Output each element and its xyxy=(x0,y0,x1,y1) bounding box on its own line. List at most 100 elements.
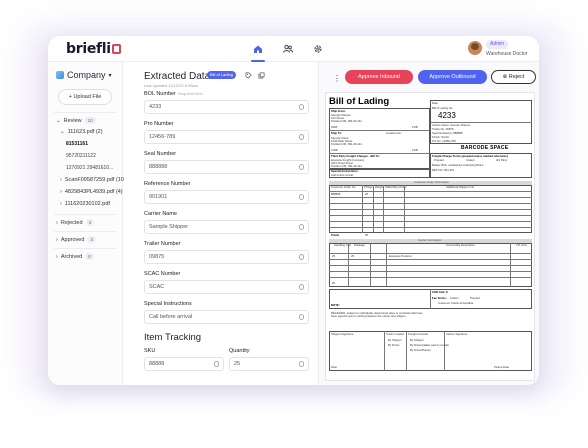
home-icon[interactable] xyxy=(252,43,264,55)
file-group[interactable]: › 111620230102.pdf xyxy=(60,201,110,207)
copy-icon[interactable] xyxy=(258,72,265,79)
file-item-selected[interactable]: 81531161 xyxy=(66,141,88,147)
rule xyxy=(406,331,407,371)
bol-number-field[interactable]: 4233 xyxy=(144,100,309,114)
rule xyxy=(329,191,532,192)
rule xyxy=(329,209,532,210)
divider xyxy=(54,248,116,249)
company-selector[interactable]: Company ▾ xyxy=(56,70,112,80)
company-name: Company xyxy=(67,70,106,80)
clip-icon xyxy=(299,284,304,290)
quantity-field[interactable]: 25 xyxy=(229,357,309,371)
location-label: Location No: xyxy=(386,131,402,135)
rule xyxy=(384,331,385,371)
reject-button[interactable]: ⊗ Reject xyxy=(491,70,536,84)
folder-label: Archived xyxy=(60,253,83,260)
counted-option: By Driver/pallets said to contain xyxy=(410,343,450,347)
users-icon[interactable] xyxy=(282,43,294,55)
rule xyxy=(329,215,532,216)
file-group[interactable]: › 4829843PL4939.pdf (4) xyxy=(60,189,123,195)
clip-icon xyxy=(299,224,304,230)
field-label-scac: SCAC Number xyxy=(144,271,181,277)
barcode-space: BARCODE SPACE xyxy=(461,145,509,151)
folder-rejected[interactable]: › Rejected 4 xyxy=(56,219,95,226)
approve-inbound-button[interactable]: Approve Inbound xyxy=(345,70,413,84)
document-preview-pane: ⋮ Approve Inbound Approve Outbound ⊗ Rej… xyxy=(318,62,539,385)
received-text: RECEIVED, subject to individually determ… xyxy=(331,311,423,319)
panel-title: Extracted Data xyxy=(144,71,211,82)
seal-number-field[interactable]: 888888 xyxy=(144,160,309,174)
folder-review[interactable]: ⌄ Review 10 xyxy=(56,117,96,124)
file-group[interactable]: › ScanF09587259.pdf (10) xyxy=(60,177,126,183)
user-avatar[interactable] xyxy=(468,41,482,55)
more-options-icon[interactable]: ⋮ xyxy=(333,74,341,83)
label-text: COD Amt: $ xyxy=(432,290,448,294)
freight-counted-label: Freight Counted xyxy=(408,332,429,336)
sku-field[interactable]: 88888 xyxy=(144,357,224,371)
item-tracking-title: Item Tracking xyxy=(144,332,202,343)
carrier-info-title: Carrier Information xyxy=(418,238,442,242)
tag-icon[interactable] xyxy=(245,72,252,79)
carrier-cell: 25 xyxy=(351,254,355,258)
clip-icon xyxy=(299,314,304,320)
commodity-header: Commodity Description xyxy=(446,243,475,247)
carrier-name-field[interactable]: Sample Shipper xyxy=(144,220,309,234)
bol-number-label: Bill of Lading No: xyxy=(432,106,454,110)
rule xyxy=(329,221,532,222)
label-text: Ship To: xyxy=(331,131,342,135)
company-icon xyxy=(56,71,64,79)
package-header: Package xyxy=(354,243,365,247)
folder-label: Approved xyxy=(60,236,85,243)
divider xyxy=(54,214,116,215)
clip-icon xyxy=(299,164,304,170)
document-title: Bill of Lading xyxy=(329,96,390,107)
approve-outbound-button[interactable]: Approve Outbound xyxy=(418,70,487,84)
file-item[interactable]: 95720211122 xyxy=(66,153,96,159)
field-value: SCAC xyxy=(149,284,165,290)
logo[interactable]: briefli xyxy=(66,41,121,57)
gear-icon[interactable] xyxy=(312,43,324,55)
pro-number-field[interactable]: 12456-789 xyxy=(144,130,309,144)
chevron-right-icon: › xyxy=(60,177,62,183)
ship-to-line: Portland OR, 991-66-111 xyxy=(331,142,362,146)
folder-archived[interactable]: › Archived 0 xyxy=(56,253,94,260)
fob-label: FOB xyxy=(412,125,418,129)
field-value: 901901 xyxy=(149,194,168,200)
folder-approved[interactable]: › Approved 3 xyxy=(56,236,96,243)
field-value: 888888 xyxy=(149,164,168,170)
folder-count: 4 xyxy=(85,219,95,226)
freight-option-collect: Collect xyxy=(466,158,475,162)
pickup-date-label: Pickup Date xyxy=(494,365,510,369)
loaded-option: By Driver xyxy=(388,343,400,347)
file-item[interactable]: 1270921 29481610... xyxy=(66,165,113,171)
chevron-right-icon: › xyxy=(56,253,58,260)
carrier-totals-value: 25 xyxy=(332,281,336,285)
file-group-111623[interactable]: ⌄ 111623.pdf (2) xyxy=(60,129,103,135)
ship-from-line: Portland OR, 991-66-111 xyxy=(331,119,362,123)
ship-to-label: Ship To: xyxy=(331,131,342,135)
field-label-pro: Pro Number xyxy=(144,121,174,127)
clip-icon xyxy=(299,104,304,110)
upload-file-button[interactable]: + Upload File xyxy=(58,89,112,105)
freight-option-third-party: 3rd Party xyxy=(496,158,508,162)
file-group-label: 111623.pdf (2) xyxy=(67,129,103,135)
divider xyxy=(54,231,116,232)
sidebar: Company ▾ + Upload File ⌄ Review 10 ⌄ 11… xyxy=(48,62,126,385)
logo-text: briefli xyxy=(66,41,111,57)
folder-count: 10 xyxy=(84,117,96,124)
rule xyxy=(329,265,532,266)
label-text: Fee Terms: xyxy=(432,296,447,300)
last-updated: Last updated 11/12/23 8:35am xyxy=(144,83,198,88)
rule xyxy=(329,277,532,278)
document-type-badge: Bill of Lading xyxy=(207,71,236,79)
rule xyxy=(329,203,532,204)
rule xyxy=(329,259,532,260)
field-label-carrier: Carrier Name xyxy=(144,211,178,217)
reference-number-field[interactable]: 901901 xyxy=(144,190,309,204)
special-instructions-field[interactable]: Call before arrival xyxy=(144,310,309,324)
trailer-number-field[interactable]: 09875 xyxy=(144,250,309,264)
scac-number-field[interactable]: SCAC xyxy=(144,280,309,294)
carrier-cell: 25 xyxy=(332,254,336,258)
order-header: # Pkgs xyxy=(364,185,373,189)
label-text: BOL Number xyxy=(144,91,176,97)
